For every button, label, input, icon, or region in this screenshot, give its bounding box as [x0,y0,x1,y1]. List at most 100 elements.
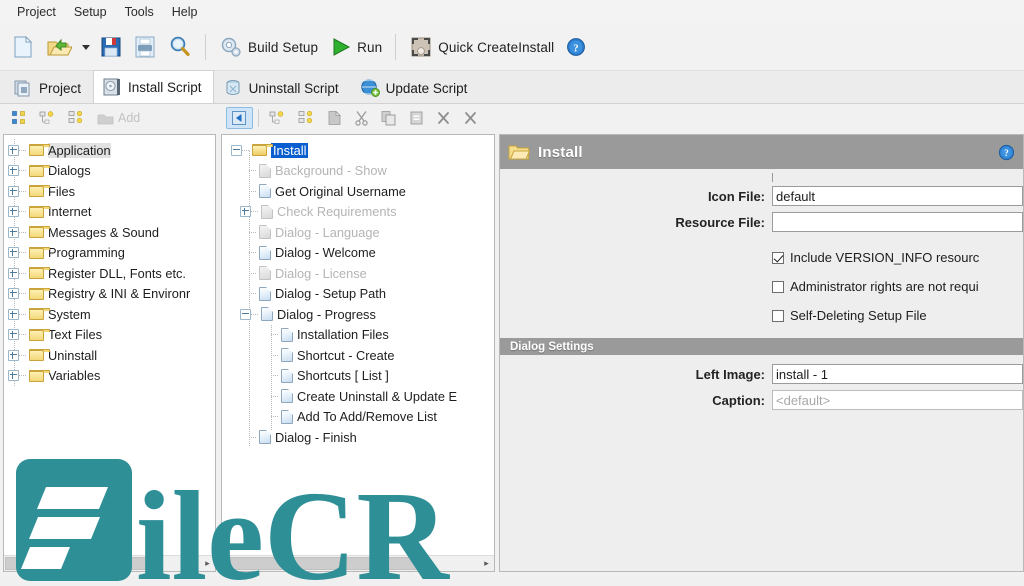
tab-uninstall-script[interactable]: Uninstall Script [214,72,351,103]
delete-all-button[interactable] [458,107,483,129]
collapse-icon[interactable] [231,144,242,156]
insert-left-button[interactable] [226,107,253,129]
expand-icon[interactable] [8,349,19,361]
paste-button[interactable] [404,107,429,129]
collapse-icon[interactable] [240,308,251,320]
admin-rights-checkbox[interactable] [772,280,784,293]
script-tree-item[interactable]: Installation Files [222,325,494,346]
script-tree-item[interactable]: Dialog - Welcome [222,243,494,264]
expand-icon[interactable] [8,288,19,300]
expand-icon[interactable] [8,185,19,197]
caption-input[interactable]: <default> [772,390,1023,410]
script-tree-item[interactable]: Dialog - License [222,263,494,284]
script-tree-item[interactable]: Get Original Username [222,181,494,202]
resource-file-input[interactable] [772,212,1023,232]
help-button[interactable]: ? [560,33,592,61]
copy-button[interactable] [376,107,402,129]
expand-icon[interactable] [240,206,251,218]
expand-icon[interactable] [8,267,19,279]
cut-button[interactable] [349,107,374,129]
script-tree-item[interactable]: Check Requirements [222,202,494,223]
document-icon [281,368,293,383]
tab-update-script[interactable]: Update Script [351,72,480,103]
expand-icon[interactable] [8,370,19,382]
menu-item-tools[interactable]: Tools [116,2,163,22]
document-icon [261,307,273,322]
properties-body: Icon File: default Resource File: Includ… [500,169,1023,571]
commands-hscroll-thumb[interactable] [5,557,155,570]
document-icon [281,389,293,404]
commands-tree-item[interactable]: Registry & INI & Environr [4,284,215,305]
commands-tree-item[interactable]: Text Files [4,325,215,346]
commands-tree-item[interactable]: System [4,304,215,325]
menu-item-project[interactable]: Project [8,2,65,22]
new-project-button[interactable] [6,31,40,63]
open-project-button[interactable] [40,31,78,63]
commands-tree-item[interactable]: Messages & Sound [4,222,215,243]
save-button[interactable] [94,31,128,63]
script-tree-item[interactable]: Dialog - Progress [222,304,494,325]
include-version-info-checkbox[interactable] [772,251,784,264]
admin-rights-row[interactable]: Administrator rights are not requi [500,272,1023,301]
expand-icon[interactable] [8,144,19,156]
commands-hscrollbar[interactable]: ▸ [4,555,215,571]
delete-button[interactable] [431,107,456,129]
run-play-icon [333,38,351,56]
script-tree-item[interactable]: Dialog - Language [222,222,494,243]
script-tree-item[interactable]: Install [222,140,494,161]
left-image-input[interactable]: install - 1 [772,364,1023,384]
icon-file-input[interactable]: default [772,186,1023,206]
expand-icon[interactable] [8,308,19,320]
commands-tree-item[interactable]: Application [4,140,215,161]
menu-item-setup[interactable]: Setup [65,2,116,22]
tab-project[interactable]: Project [4,72,93,103]
expand-icon[interactable] [8,165,19,177]
preview-button[interactable] [162,31,198,63]
expand-icon[interactable] [8,247,19,259]
quick-createinstall-button[interactable]: Quick CreateInstall [403,31,560,63]
script-hscroll-right-arrow[interactable]: ▸ [479,556,494,571]
script-tree-item[interactable]: Create Uninstall & Update E [222,386,494,407]
script-collapse-tree-button[interactable] [264,107,291,129]
build-setup-button[interactable]: Build Setup [213,31,324,63]
expand-icon[interactable] [8,329,19,341]
tab-install-script[interactable]: Install Script [93,70,214,103]
script-tree[interactable]: Install Background - Show Get Original Use… [222,135,494,555]
expand-icon[interactable] [8,206,19,218]
script-tree-item[interactable]: Dialog - Setup Path [222,284,494,305]
commands-tree[interactable]: Application Dialogs Files Internet Messages … [4,135,215,555]
self-deleting-row[interactable]: Self-Deleting Setup File [500,301,1023,330]
tree-connector [19,334,27,336]
script-tree-item[interactable]: Add To Add/Remove List [222,407,494,428]
commands-tree-item[interactable]: Variables [4,366,215,387]
script-tree-item[interactable]: Dialog - Finish [222,427,494,448]
script-hscrollbar[interactable]: ▸ [222,555,494,571]
commands-tree-item[interactable]: Uninstall [4,345,215,366]
help-question-icon[interactable]: ? [998,144,1015,161]
new-item-button[interactable] [322,107,347,129]
menu-bar: Project Setup Tools Help [0,0,1024,24]
script-tree-item[interactable]: Shortcuts [ List ] [222,366,494,387]
commands-expand-tree-button[interactable] [63,107,90,129]
commands-collapse-tree-button[interactable] [34,107,61,129]
commands-hscroll-right-arrow[interactable]: ▸ [200,556,215,571]
commands-tree-item[interactable]: Dialogs [4,161,215,182]
self-deleting-checkbox[interactable] [772,309,784,322]
print-button[interactable] [128,31,162,63]
menu-item-help[interactable]: Help [163,2,207,22]
expand-icon[interactable] [8,226,19,238]
script-tree-item[interactable]: Background - Show [222,161,494,182]
commands-grid-view-button[interactable] [6,107,32,129]
dialog-settings-section-header: Dialog Settings [500,338,1023,355]
commands-tree-item[interactable]: Internet [4,202,215,223]
add-command-button[interactable]: Add [92,108,145,129]
script-hscroll-thumb[interactable] [223,557,428,570]
script-tree-item[interactable]: Shortcut - Create [222,345,494,366]
include-version-info-row[interactable]: Include VERSION_INFO resourc [500,243,1023,272]
script-expand-tree-button[interactable] [293,107,320,129]
commands-tree-item[interactable]: Files [4,181,215,202]
open-dropdown-arrow[interactable] [82,44,90,50]
commands-tree-item[interactable]: Register DLL, Fonts etc. [4,263,215,284]
commands-tree-item[interactable]: Programming [4,243,215,264]
run-button[interactable]: Run [324,32,388,62]
